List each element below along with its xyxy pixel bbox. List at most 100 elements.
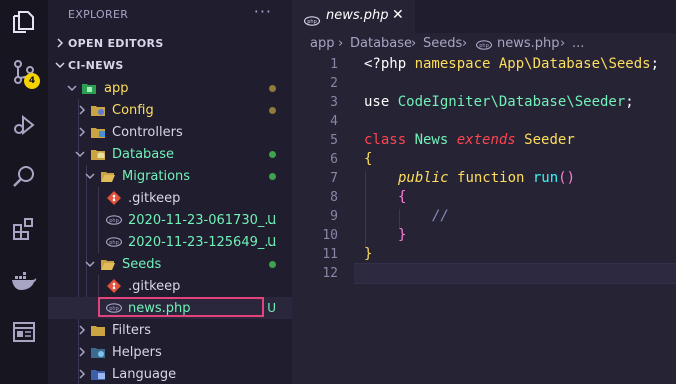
line-number: 10	[322, 228, 338, 243]
code-line-9[interactable]: //	[432, 208, 449, 224]
filters-folder-icon	[90, 322, 106, 338]
code-line-6[interactable]: {	[364, 151, 372, 167]
tree-item-filters[interactable]: Filters	[48, 319, 292, 341]
tree-item-label: Helpers	[112, 344, 162, 360]
tab-news-php[interactable]: php news.php ✕	[292, 0, 415, 33]
line-number: 12	[322, 266, 338, 281]
breadcrumb-item[interactable]: news.php	[497, 36, 560, 51]
breadcrumb-item[interactable]: ...	[572, 36, 584, 51]
tree-item-config[interactable]: Config	[48, 99, 292, 121]
svg-text:php: php	[109, 306, 119, 312]
source-control-icon[interactable]	[0, 50, 48, 94]
tab-label: news.php	[326, 8, 389, 23]
line-number: 9	[330, 209, 338, 224]
explorer-sidebar: EXPLORER ··· OPEN EDITORS CI-NEWS app Co…	[48, 0, 292, 384]
chevron-down-icon	[84, 258, 96, 270]
remote-explorer-icon[interactable]	[0, 310, 48, 354]
tree-item-helpers[interactable]: Helpers	[48, 341, 292, 363]
docker-icon[interactable]	[0, 259, 48, 303]
chevron-right-icon	[54, 37, 66, 49]
code-line-1[interactable]: <?php namespace App\Database\Seeds;	[364, 56, 659, 72]
modified-dot	[269, 107, 276, 114]
breadcrumb-item[interactable]: Seeds	[423, 36, 462, 51]
code-line-10[interactable]: }	[398, 227, 406, 243]
workspace-label: CI-NEWS	[68, 58, 124, 72]
untracked-dot	[269, 261, 276, 268]
git-icon	[106, 278, 122, 294]
tree-item-migration-file[interactable]: php 2020-11-23-125649_... U	[48, 231, 292, 253]
language-folder-icon	[90, 366, 106, 382]
chevron-right-icon	[76, 104, 88, 116]
helpers-folder-icon	[90, 344, 106, 360]
tree-item-news-php[interactable]: php news.php U	[48, 297, 292, 319]
indent-guide	[365, 171, 366, 247]
explorer-icon[interactable]	[0, 0, 48, 44]
more-actions-button[interactable]: ···	[254, 2, 272, 21]
tree-item-label: 2020-11-23-125649_...	[128, 234, 277, 250]
close-icon[interactable]: ✕	[392, 7, 404, 23]
tree-item-label: Controllers	[112, 124, 183, 140]
untracked-status: U	[267, 301, 276, 315]
chevron-right-icon: ›	[560, 36, 566, 51]
tree-item-label: Filters	[112, 322, 151, 338]
php-file-icon: php	[475, 39, 493, 54]
code-line-7[interactable]: public function run()	[398, 170, 575, 186]
tree-item-language[interactable]: Language	[48, 363, 292, 384]
tree-item-gitkeep[interactable]: .gitkeep	[48, 187, 292, 209]
php-file-icon: php	[106, 300, 122, 316]
source-control-badge: 4	[24, 73, 40, 89]
workspace-section[interactable]: CI-NEWS	[48, 54, 292, 76]
code-line-11[interactable]: }	[364, 246, 372, 262]
chevron-right-icon: ›	[462, 36, 468, 51]
breadcrumb-item[interactable]: Database	[350, 36, 412, 51]
breadcrumb-item[interactable]: app	[310, 36, 334, 51]
tree-item-controllers[interactable]: Controllers	[48, 121, 292, 143]
code-line-3[interactable]: use CodeIgniter\Database\Seeder;	[364, 94, 634, 110]
tree-item-label: Seeds	[122, 256, 162, 272]
sidebar-title: EXPLORER	[68, 8, 129, 21]
svg-text:php: php	[109, 218, 119, 224]
search-icon[interactable]	[0, 155, 48, 199]
extensions-icon[interactable]	[0, 207, 48, 251]
code-line-5[interactable]: class News extends Seeder	[364, 132, 575, 148]
untracked-status: U	[267, 235, 276, 249]
tree-item-migration-file[interactable]: php 2020-11-23-061730_... U	[48, 209, 292, 231]
database-folder-icon	[90, 146, 106, 162]
line-number: 11	[322, 247, 338, 262]
line-number: 8	[330, 190, 338, 205]
line-number: 6	[330, 152, 338, 167]
chevron-down-icon	[84, 170, 96, 182]
tree-item-label: .gitkeep	[128, 190, 181, 206]
breadcrumb: app › Database › Seeds › php news.php › …	[292, 33, 676, 55]
chevron-down-icon	[54, 59, 66, 71]
current-line-highlight	[354, 263, 676, 284]
chevron-right-icon	[76, 324, 88, 336]
line-number: 3	[330, 95, 338, 110]
open-editors-section[interactable]: OPEN EDITORS	[48, 32, 292, 54]
tree-item-seeds[interactable]: Seeds	[48, 253, 292, 275]
chevron-right-icon: ›	[338, 36, 344, 51]
php-file-icon: php	[106, 234, 122, 250]
code-line-8[interactable]: {	[398, 189, 406, 205]
folder-open-icon	[100, 168, 116, 184]
indent-guide	[399, 209, 400, 228]
tree-item-label: 2020-11-23-061730_...	[128, 212, 277, 228]
git-icon	[106, 190, 122, 206]
run-debug-icon[interactable]	[0, 103, 48, 147]
controllers-folder-icon	[90, 124, 106, 140]
tree-item-migrations[interactable]: Migrations	[48, 165, 292, 187]
tree-item-label: .gitkeep	[128, 278, 181, 294]
untracked-status: U	[267, 213, 276, 227]
tree-item-gitkeep[interactable]: .gitkeep	[48, 275, 292, 297]
chevron-right-icon	[76, 126, 88, 138]
php-file-icon: php	[303, 11, 321, 30]
svg-text:php: php	[307, 19, 317, 25]
chevron-down-icon	[74, 148, 86, 160]
tree-item-app[interactable]: app	[48, 77, 292, 99]
line-number: 2	[330, 76, 338, 91]
untracked-dot	[269, 173, 276, 180]
editor-area: php news.php ✕ app › Database › Seeds › …	[292, 0, 676, 384]
chevron-down-icon	[66, 82, 78, 94]
modified-dot	[269, 85, 276, 92]
tree-item-database[interactable]: Database	[48, 143, 292, 165]
